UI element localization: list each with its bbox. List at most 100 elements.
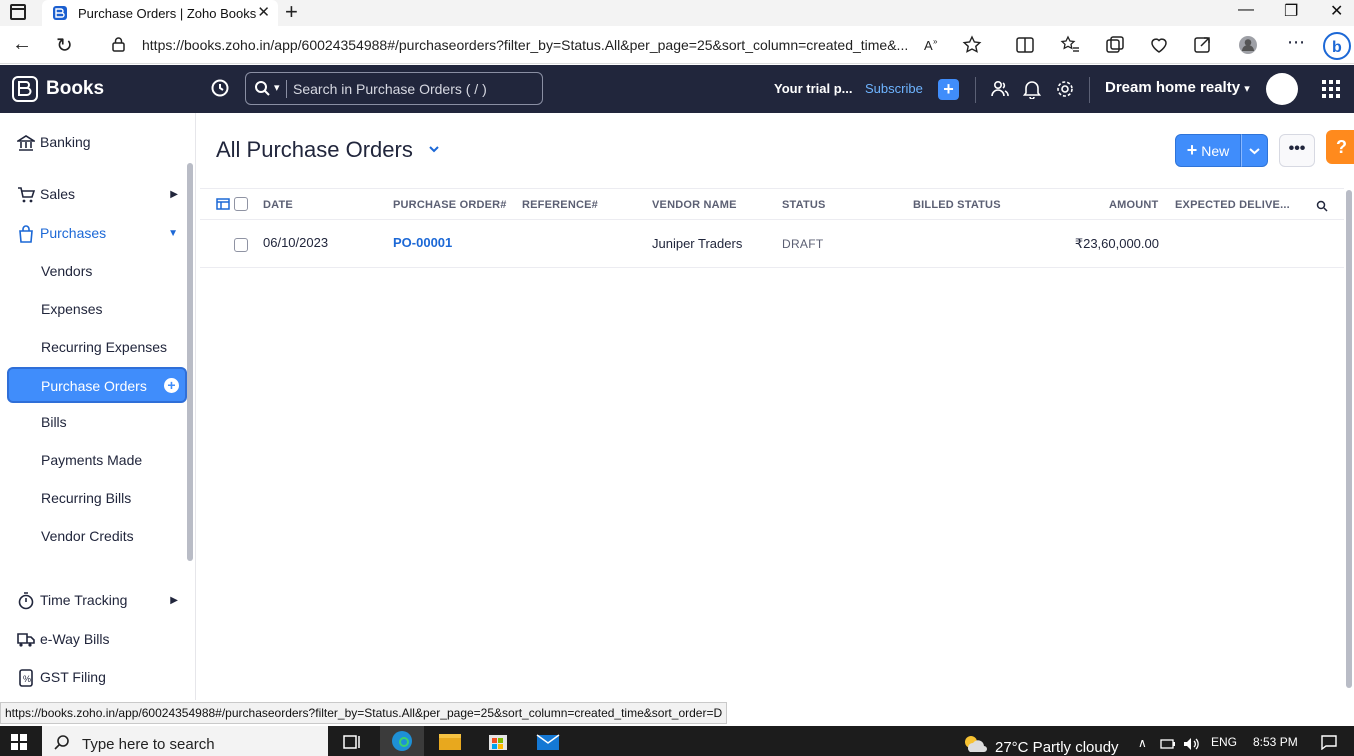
language-indicator[interactable]: ENG: [1211, 735, 1237, 749]
quick-create-button[interactable]: +: [938, 79, 959, 100]
user-avatar[interactable]: [1266, 73, 1298, 105]
back-icon[interactable]: ←: [12, 33, 32, 56]
clock-time[interactable]: 8:53 PM: [1253, 735, 1298, 749]
mail-icon[interactable]: [535, 730, 561, 752]
sidebar-item-bills[interactable]: Bills: [0, 407, 188, 437]
column-header-reference[interactable]: REFERENCE#: [522, 199, 598, 211]
column-header-expected-delivery[interactable]: EXPECTED DELIVE...: [1175, 199, 1290, 211]
notification-center-icon[interactable]: [1320, 734, 1338, 750]
search-divider: [286, 80, 287, 98]
sidebar-item-vendor-credits[interactable]: Vendor Credits: [0, 521, 188, 551]
main-scrollbar[interactable]: [1346, 190, 1352, 688]
url-text[interactable]: https://books.zoho.in/app/60024354988#/p…: [142, 37, 908, 53]
read-aloud-icon[interactable]: A»: [922, 34, 944, 56]
search-input[interactable]: [293, 78, 533, 100]
task-view-icon[interactable]: [340, 730, 366, 752]
cell-po-number[interactable]: PO-00001: [393, 235, 452, 250]
lock-icon[interactable]: [112, 37, 125, 52]
minimize-icon[interactable]: —: [1238, 1, 1254, 19]
organization-switcher[interactable]: Dream home realty ▾: [1105, 79, 1250, 96]
row-checkbox[interactable]: [234, 238, 248, 252]
sidebar-item-time-tracking[interactable]: Time Tracking ▶: [0, 583, 188, 617]
settings-gear-icon[interactable]: [1055, 79, 1075, 99]
column-header-vendor-name[interactable]: VENDOR NAME: [652, 199, 737, 211]
new-dropdown-button[interactable]: [1241, 134, 1268, 167]
sidebar-item-payments-made[interactable]: Payments Made: [0, 445, 188, 475]
hidden-icons-chevron-icon[interactable]: ∧: [1138, 736, 1147, 750]
browser-tabbar: Purchase Orders | Zoho Books ✕ + — ❐ ✕: [0, 0, 1354, 26]
search-scope-chevron-icon[interactable]: ▾: [274, 81, 280, 94]
taskbar-search[interactable]: Type here to search: [42, 726, 328, 756]
plus-icon: +: [1186, 140, 1198, 160]
global-search[interactable]: ▾: [245, 72, 543, 105]
sidebar-item-recurring-bills[interactable]: Recurring Bills: [0, 483, 188, 513]
help-button[interactable]: ?: [1326, 130, 1354, 164]
sidebar-item-expenses[interactable]: Expenses: [0, 294, 188, 324]
favorites-icon[interactable]: [1059, 34, 1081, 56]
speaker-icon[interactable]: [1183, 737, 1201, 751]
column-header-status[interactable]: STATUS: [782, 199, 826, 211]
sidebar-scrollbar[interactable]: [187, 163, 193, 561]
collections-icon[interactable]: [1104, 34, 1126, 56]
sidebar-item-recurring-expenses[interactable]: Recurring Expenses: [0, 332, 188, 362]
add-purchase-order-icon[interactable]: +: [164, 378, 179, 393]
battery-icon[interactable]: [1160, 738, 1176, 750]
close-window-icon[interactable]: ✕: [1330, 1, 1343, 21]
restore-icon[interactable]: ❐: [1284, 1, 1298, 21]
column-chooser-icon[interactable]: [216, 198, 230, 210]
weather-partly-cloudy-icon[interactable]: [962, 734, 988, 754]
weather-text[interactable]: 27°C Partly cloudy: [995, 739, 1119, 756]
edge-browser-icon: [392, 731, 412, 751]
more-menu-icon[interactable]: ⋯: [1287, 32, 1309, 54]
org-name: Dream home realty: [1105, 79, 1241, 96]
file-explorer-icon[interactable]: [437, 730, 463, 752]
more-actions-button[interactable]: •••: [1279, 134, 1315, 167]
sidebar-item-banking[interactable]: Banking: [0, 125, 188, 159]
new-button[interactable]: + New: [1175, 134, 1241, 167]
brand[interactable]: Books: [12, 76, 104, 102]
cell-vendor-name: Juniper Traders: [652, 236, 743, 251]
page-title[interactable]: All Purchase Orders: [216, 137, 413, 163]
sidebar-item-gst-filing[interactable]: % GST Filing: [0, 660, 188, 694]
header-divider: [975, 77, 976, 103]
split-screen-icon[interactable]: [1014, 34, 1036, 56]
browser-tab[interactable]: Purchase Orders | Zoho Books ✕: [42, 0, 278, 26]
brand-label: Books: [46, 78, 105, 99]
browser-essentials-icon[interactable]: [1148, 34, 1170, 56]
sidebar-item-label: Vendor Credits: [41, 528, 134, 544]
table-row[interactable]: 06/10/2023 PO-00001 Juniper Traders DRAF…: [200, 221, 1344, 268]
subscribe-link[interactable]: Subscribe: [865, 81, 923, 96]
profile-icon[interactable]: [1237, 34, 1259, 56]
column-header-amount[interactable]: AMOUNT: [1109, 199, 1158, 211]
select-all-checkbox[interactable]: [234, 197, 248, 211]
view-chevron-down-icon[interactable]: [427, 142, 441, 156]
column-header-date[interactable]: DATE: [263, 199, 293, 211]
sidebar-item-sales[interactable]: Sales ▶: [0, 177, 188, 211]
column-header-po-number[interactable]: PURCHASE ORDER#: [393, 199, 507, 211]
expand-arrow-icon: ▶: [170, 188, 178, 200]
bing-copilot-icon[interactable]: b: [1322, 31, 1352, 61]
tab-actions-icon[interactable]: [10, 4, 26, 20]
sidebar-item-eway-bills[interactable]: e-Way Bills: [0, 622, 188, 656]
refresh-icon[interactable]: ↻: [56, 33, 73, 58]
tab-close-icon[interactable]: ✕: [257, 3, 270, 21]
table-search-icon[interactable]: [1316, 200, 1328, 212]
windows-start-icon[interactable]: [11, 734, 27, 750]
favorite-star-icon[interactable]: [961, 34, 983, 56]
users-icon[interactable]: [990, 79, 1010, 99]
column-header-billed-status[interactable]: BILLED STATUS: [913, 199, 1001, 211]
app-grid-icon[interactable]: [1322, 80, 1340, 98]
sidebar-item-purchases[interactable]: Purchases ▼: [0, 216, 188, 250]
truck-icon: [17, 633, 35, 647]
sidebar-item-vendors[interactable]: Vendors: [0, 256, 188, 286]
microsoft-store-icon[interactable]: [485, 730, 511, 752]
notifications-bell-icon[interactable]: [1023, 79, 1041, 99]
share-icon[interactable]: [1192, 34, 1214, 56]
svg-text:»: »: [933, 37, 938, 46]
search-icon[interactable]: [254, 80, 270, 96]
recent-history-icon[interactable]: [210, 78, 230, 98]
sidebar-item-purchase-orders[interactable]: Purchase Orders +: [7, 367, 187, 403]
new-tab-icon[interactable]: +: [285, 0, 298, 25]
sidebar-item-label: e-Way Bills: [40, 631, 110, 647]
taskbar-edge-active[interactable]: [380, 726, 424, 756]
